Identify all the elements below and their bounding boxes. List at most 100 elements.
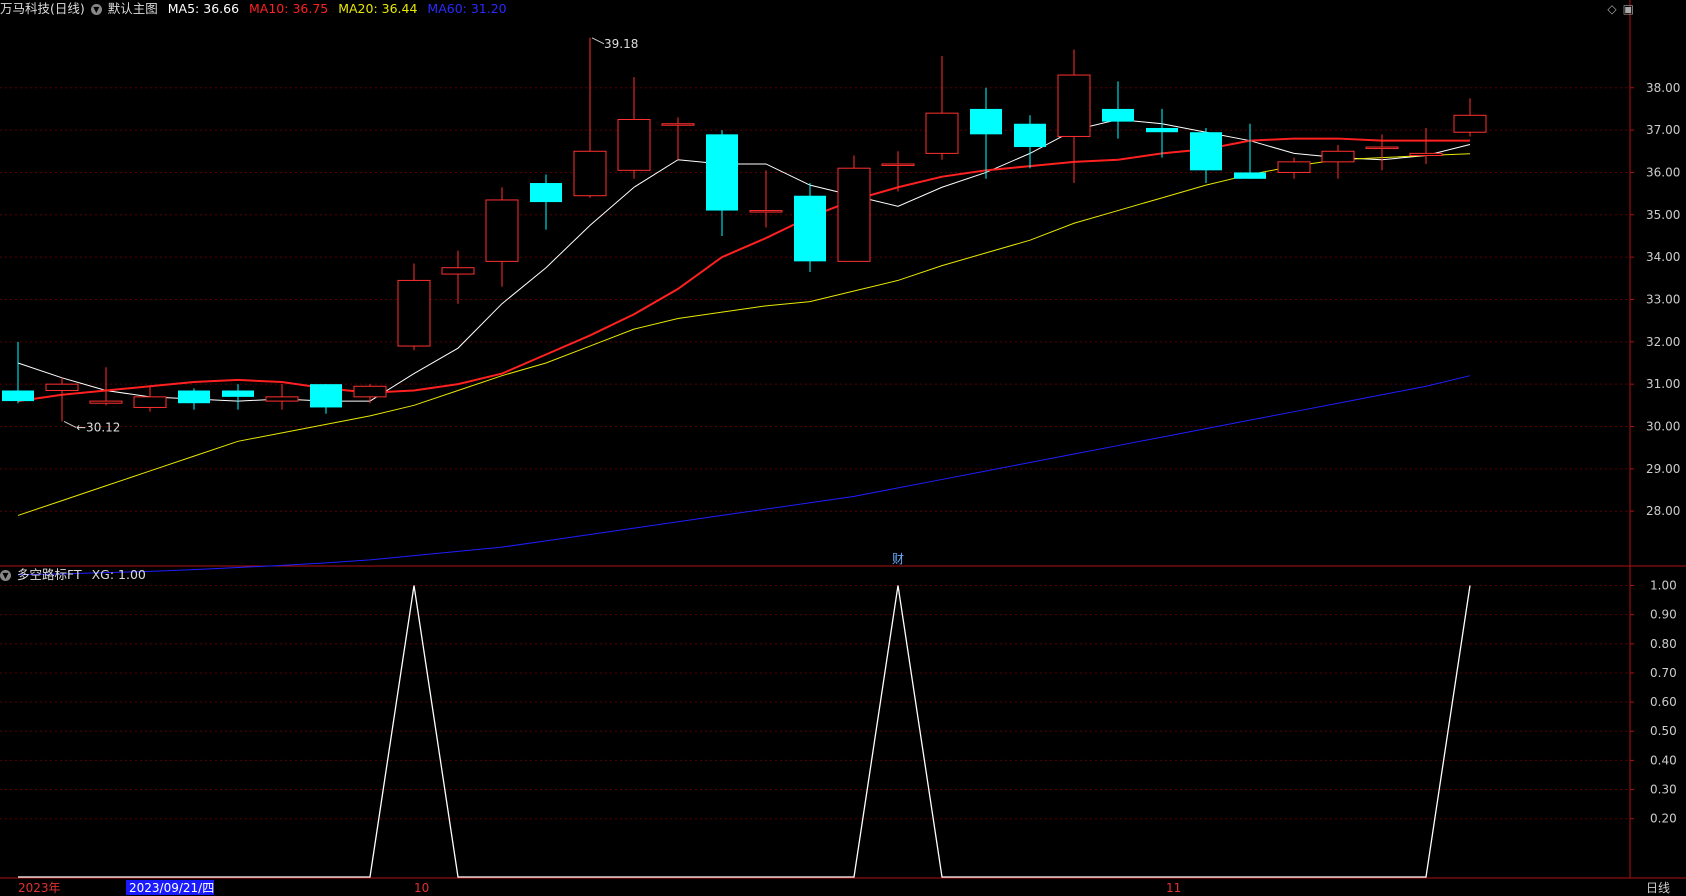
candle-body [265, 396, 299, 402]
candle[interactable] [1277, 157, 1311, 179]
candle-body [441, 267, 475, 275]
indicator-tick-label: 0.80 [1650, 637, 1677, 651]
candle[interactable] [1321, 144, 1355, 179]
candle[interactable] [45, 377, 79, 422]
candle[interactable] [1190, 127, 1222, 184]
template-label[interactable]: 默认主图 [108, 1, 158, 16]
candle[interactable] [178, 388, 210, 410]
candle-body [1146, 127, 1178, 133]
chevron-down-icon[interactable]: ▼ [0, 570, 11, 581]
candle[interactable] [794, 183, 826, 272]
candle-body [661, 123, 695, 126]
annotation-arrow [591, 37, 605, 45]
candle-body [925, 112, 959, 154]
date-axis: 2023年 2023/09/21/四 10 11 日线 [18, 880, 1670, 895]
ma10-value: MA10: 36.75 [249, 1, 329, 16]
main-header: 万马科技(日线) ▼ 默认主图 MA5: 36.66 MA10: 36.75 MA2… [0, 0, 513, 18]
candle[interactable] [837, 155, 871, 262]
candle-body [794, 195, 826, 262]
ma5-line [17, 119, 1471, 402]
indicator-tick-label: 1.00 [1650, 578, 1677, 592]
moving-average-lines [17, 119, 1471, 576]
candle[interactable] [530, 174, 562, 230]
candle-body [530, 183, 562, 203]
candle-body [397, 279, 431, 347]
candle[interactable] [1014, 115, 1046, 169]
candle[interactable] [749, 170, 783, 228]
candle-body [1277, 161, 1311, 173]
fin-badge-text[interactable]: 财 [892, 552, 904, 566]
candle[interactable] [265, 384, 299, 410]
candle[interactable] [485, 187, 519, 287]
candlesticks[interactable] [2, 37, 1487, 422]
candle-body [45, 383, 79, 392]
price-tick-label: 28.00 [1646, 504, 1680, 518]
candle[interactable] [925, 55, 959, 160]
candle[interactable] [353, 384, 387, 404]
price-tick-label: 37.00 [1646, 123, 1680, 137]
indicator-tick-label: 0.30 [1650, 783, 1677, 797]
month-nov-label: 11 [1166, 881, 1181, 895]
price-annotation: 39.18 [604, 37, 638, 51]
candle[interactable] [2, 341, 34, 404]
candle[interactable] [441, 250, 475, 304]
month-oct-label: 10 [414, 881, 429, 895]
candle-body [881, 163, 915, 166]
candle-body [485, 199, 519, 262]
candle[interactable] [222, 384, 254, 410]
indicator-tick-label: 0.90 [1650, 608, 1677, 622]
ma5-value: MA5: 36.66 [167, 1, 240, 16]
indicator-tick-label: 0.60 [1650, 695, 1677, 709]
candle[interactable] [1409, 127, 1443, 164]
indicator-name[interactable]: 多空路标FT [17, 567, 82, 582]
top-right-icons: ◇ ▣ [1601, 2, 1634, 16]
price-tick-label: 30.00 [1646, 420, 1680, 434]
chart-frame [0, 0, 1686, 879]
price-tick-label: 31.00 [1646, 377, 1680, 391]
candle[interactable] [1234, 123, 1266, 179]
candle-body [617, 119, 651, 171]
candle-body [1014, 123, 1046, 148]
window-icon[interactable]: ▣ [1623, 2, 1634, 16]
candle[interactable] [1146, 108, 1178, 158]
indicator-tick-label: 0.70 [1650, 666, 1677, 680]
price-axis: 38.00 37.00 36.00 35.00 34.00 33.00 32.00 31.00… [1630, 81, 1680, 826]
candle-body [178, 390, 210, 404]
stock-title[interactable]: 万马科技(日线) [0, 1, 85, 16]
price-tick-label: 34.00 [1646, 250, 1680, 264]
candle[interactable] [1453, 98, 1487, 137]
fin-badge[interactable]: 财 [892, 552, 904, 566]
candle-body [970, 108, 1002, 135]
candle[interactable] [89, 367, 123, 406]
candle[interactable] [706, 130, 738, 236]
candle[interactable] [661, 117, 695, 160]
indicator-tick-label: 0.40 [1650, 753, 1677, 767]
price-tick-label: 35.00 [1646, 208, 1680, 222]
candle-body [1321, 150, 1355, 163]
period-label[interactable]: 日线 [1646, 881, 1670, 895]
candle-body [706, 134, 738, 211]
ma20-line [17, 153, 1471, 516]
candle-body [1234, 172, 1266, 179]
price-tick-label: 32.00 [1646, 335, 1680, 349]
candle-body [133, 396, 167, 408]
candle[interactable] [133, 386, 167, 412]
price-tick-label: 36.00 [1646, 165, 1680, 179]
price-annotations: 39.18 ←30.12 [63, 37, 638, 434]
candle-body [2, 390, 34, 402]
price-tick-label: 29.00 [1646, 462, 1680, 476]
candle[interactable] [970, 87, 1002, 179]
diamond-icon[interactable]: ◇ [1607, 2, 1616, 16]
candle[interactable] [310, 384, 342, 414]
candle[interactable] [573, 37, 607, 198]
chevron-down-icon[interactable]: ▼ [90, 4, 102, 15]
kline-chart[interactable]: 39.18 ←30.12 38.00 37.00 36.00 35.00 34.00 33.… [0, 0, 1686, 896]
candle[interactable] [397, 263, 431, 351]
candle-body [1190, 132, 1222, 171]
cursor-date-label: 2023/09/21/四 [129, 881, 214, 895]
candle-body [837, 167, 871, 262]
candle-body [1057, 74, 1091, 137]
ma20-value: MA20: 36.44 [338, 1, 418, 16]
candle[interactable] [617, 77, 651, 179]
year-label: 2023年 [18, 881, 61, 895]
